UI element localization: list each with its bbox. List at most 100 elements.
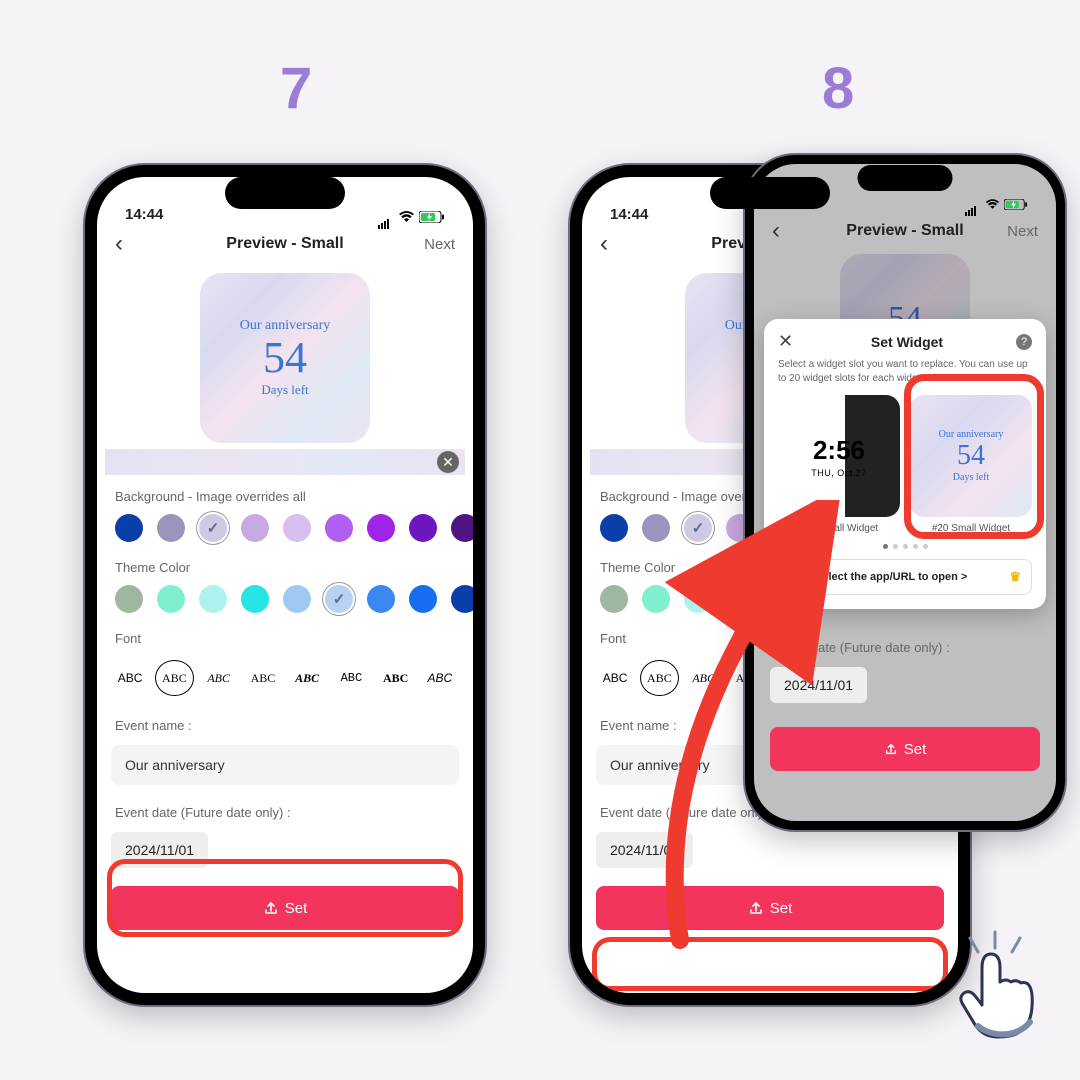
screen-step7: 14:44 ‹ Preview - Small Next Our anniver…: [97, 177, 473, 993]
cellular-icon: [965, 199, 981, 210]
phone-step7: 14:44 ‹ Preview - Small Next Our anniver…: [85, 165, 485, 1005]
color-swatch[interactable]: [241, 514, 269, 542]
step-number-8: 8: [822, 55, 854, 122]
slot-a-time: 2:56: [805, 435, 872, 466]
color-swatch[interactable]: [157, 585, 185, 613]
set-button[interactable]: Set: [111, 886, 459, 930]
color-swatch[interactable]: [241, 585, 269, 613]
battery-icon: [419, 211, 445, 223]
color-swatch[interactable]: [600, 514, 628, 542]
color-swatch[interactable]: [451, 585, 473, 613]
slot-b-count: 54: [957, 440, 985, 472]
widget-sub: Days left: [200, 382, 370, 398]
font-option[interactable]: ABC: [332, 660, 370, 696]
font-option[interactable]: ABC: [377, 660, 415, 696]
theme-swatches: [97, 581, 473, 617]
export-icon: [263, 900, 279, 916]
select-app-button[interactable]: + Select the app/URL to open > ♛: [778, 559, 1032, 595]
font-option[interactable]: ABC: [155, 660, 193, 696]
page-title: Preview - Small: [155, 235, 415, 253]
font-row: ABCABCABCABCABCABCABCABC: [97, 652, 473, 704]
status-time: 14:44: [125, 206, 163, 223]
set-button[interactable]: Set: [770, 727, 1040, 771]
color-swatch[interactable]: [115, 585, 143, 613]
color-swatch[interactable]: [115, 514, 143, 542]
color-swatch[interactable]: [684, 514, 712, 542]
phone-step8-popup: 14:45 ‹ Preview - Small Next 54 ✕ Set Wi…: [745, 155, 1065, 830]
screen-step8-popup: 14:45 ‹ Preview - Small Next 54 ✕ Set Wi…: [754, 164, 1056, 821]
background-swatches: [97, 510, 473, 546]
select-app-label: Select the app/URL to open >: [815, 571, 967, 583]
color-swatch[interactable]: [409, 585, 437, 613]
status-right: [965, 199, 1028, 210]
color-swatch[interactable]: [409, 514, 437, 542]
page-title: Preview - Small: [812, 222, 998, 240]
set-button-label: Set: [285, 900, 308, 917]
event-date-input[interactable]: 2024/11/01: [596, 832, 693, 868]
close-icon[interactable]: ✕: [437, 451, 459, 473]
color-swatch[interactable]: [642, 514, 670, 542]
label-font: Font: [97, 617, 473, 652]
widget-count: 54: [200, 334, 370, 382]
color-swatch[interactable]: [684, 585, 712, 613]
nav-bar: ‹ Preview - Small Next: [97, 225, 473, 263]
notch: [858, 165, 953, 191]
color-swatch[interactable]: [283, 585, 311, 613]
event-date-input[interactable]: 2024/11/01: [111, 832, 208, 868]
widget-slot-19[interactable]: 2:56 THU, Oct.27 #19 Small Widget: [778, 395, 900, 534]
popup-close-button[interactable]: ✕: [778, 331, 798, 352]
font-option[interactable]: ABC: [685, 660, 723, 696]
font-option[interactable]: ABC: [288, 660, 326, 696]
color-swatch[interactable]: [325, 514, 353, 542]
color-swatch[interactable]: [157, 514, 185, 542]
color-swatch[interactable]: [283, 514, 311, 542]
next-button[interactable]: Next: [415, 236, 455, 253]
font-option[interactable]: ABC: [244, 660, 282, 696]
set-widget-popup: ✕ Set Widget ? Select a widget slot you …: [764, 319, 1046, 609]
back-button[interactable]: ‹: [115, 230, 155, 258]
color-swatch[interactable]: [367, 585, 395, 613]
font-option[interactable]: ABC: [596, 660, 634, 696]
wifi-icon: [985, 199, 1000, 210]
notch: [225, 177, 345, 209]
crown-icon: ♛: [1009, 569, 1021, 585]
set-button[interactable]: Set: [596, 886, 944, 930]
color-swatch[interactable]: [451, 514, 473, 542]
slot-a-label: #19 Small Widget: [778, 523, 900, 534]
color-swatch[interactable]: [199, 585, 227, 613]
highlight-set-button: [592, 937, 948, 991]
nav-bar: ‹ Preview - Small Next: [754, 212, 1056, 250]
font-option[interactable]: ABC: [200, 660, 238, 696]
status-right: [378, 211, 445, 223]
widget-preview: Our anniversary 54 Days left: [200, 273, 370, 443]
popup-description: Select a widget slot you want to replace…: [778, 358, 1032, 385]
slot-a-date: THU, Oct.27: [805, 468, 872, 478]
slot-b-title: Our anniversary: [939, 429, 1004, 440]
export-icon: [748, 900, 764, 916]
color-swatch[interactable]: [367, 514, 395, 542]
slot-b-label: #20 Small Widget: [910, 523, 1032, 534]
font-option[interactable]: ABC: [421, 660, 459, 696]
color-swatch[interactable]: [199, 514, 227, 542]
event-name-input[interactable]: Our anniversary: [111, 745, 459, 785]
edit-bg-bar[interactable]: ✕: [105, 449, 465, 475]
next-button[interactable]: Next: [998, 223, 1038, 240]
popup-title: Set Widget: [798, 334, 1016, 350]
battery-icon: [1004, 199, 1028, 210]
widget-slot-20[interactable]: Our anniversary 54 Days left #20 Small W…: [910, 395, 1032, 534]
pagination-dots: [778, 544, 1032, 549]
font-option[interactable]: ABC: [111, 660, 149, 696]
slot-b-sub: Days left: [953, 472, 989, 483]
back-button[interactable]: ‹: [772, 217, 812, 245]
event-date-input[interactable]: 2024/11/01: [770, 667, 867, 703]
font-option[interactable]: ABC: [640, 660, 678, 696]
color-swatch[interactable]: [600, 585, 628, 613]
back-button[interactable]: ‹: [600, 230, 640, 258]
notch: [710, 177, 830, 209]
color-swatch[interactable]: [325, 585, 353, 613]
color-swatch[interactable]: [642, 585, 670, 613]
step-number-7: 7: [280, 55, 312, 122]
help-icon[interactable]: ?: [1016, 334, 1032, 350]
label-event-name: Event name :: [97, 704, 473, 739]
cellular-icon: [378, 212, 394, 223]
